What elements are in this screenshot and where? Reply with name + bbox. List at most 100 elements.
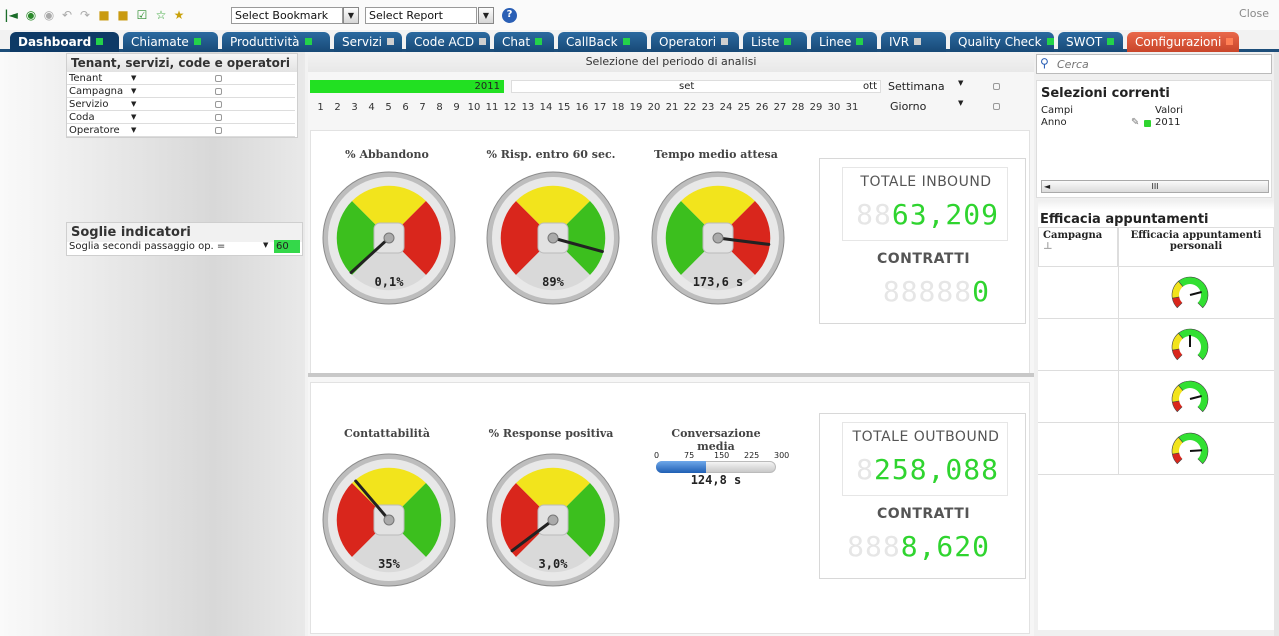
- tab-linee[interactable]: Linee: [811, 32, 877, 52]
- day-cell-7[interactable]: 7: [414, 101, 431, 114]
- day-cell-12[interactable]: 12: [501, 101, 519, 114]
- first-icon[interactable]: |◄: [4, 8, 18, 22]
- day-cell-27[interactable]: 27: [771, 101, 789, 114]
- day-cell-30[interactable]: 30: [825, 101, 843, 114]
- day-cell-6[interactable]: 6: [397, 101, 414, 114]
- tab-callback[interactable]: CallBack: [558, 32, 647, 52]
- report-select[interactable]: Select Report: [365, 7, 477, 24]
- day-dropdown-icon[interactable]: ▼: [958, 99, 963, 107]
- week-dropdown-icon[interactable]: ▼: [958, 79, 963, 87]
- day-cell-22[interactable]: 22: [681, 101, 699, 114]
- efficacia-row[interactable]: [1038, 371, 1274, 423]
- day-cell-28[interactable]: 28: [789, 101, 807, 114]
- filter-row-servizio[interactable]: Servizio ▼: [67, 98, 295, 111]
- scroll-thumb[interactable]: III: [1151, 182, 1158, 191]
- soglie-dropdown-icon[interactable]: ▼: [263, 241, 268, 249]
- day-cell-18[interactable]: 18: [609, 101, 627, 114]
- day-cell-20[interactable]: 20: [645, 101, 663, 114]
- bookmark-add-icon[interactable]: ★: [172, 8, 186, 22]
- day-cell-9[interactable]: 9: [448, 101, 465, 114]
- day-cell-14[interactable]: 14: [537, 101, 555, 114]
- filter-dropdown-icon[interactable]: ▼: [131, 98, 136, 111]
- forward-icon[interactable]: ◉: [42, 8, 56, 22]
- lock-icon[interactable]: ■: [97, 8, 111, 22]
- window-scrollbar[interactable]: [1274, 52, 1279, 636]
- tab-liste[interactable]: Liste: [743, 32, 807, 52]
- year-cell-2011[interactable]: 2011: [310, 80, 504, 93]
- day-cell-17[interactable]: 17: [591, 101, 609, 114]
- tab-dashboard[interactable]: Dashboard: [10, 32, 119, 52]
- filter-checkbox[interactable]: [215, 127, 222, 134]
- tab-swot[interactable]: SWOT: [1058, 32, 1123, 52]
- day-cell-4[interactable]: 4: [363, 101, 380, 114]
- day-checkbox[interactable]: [993, 103, 1000, 110]
- day-cell-29[interactable]: 29: [807, 101, 825, 114]
- day-cell-16[interactable]: 16: [573, 101, 591, 114]
- filter-checkbox[interactable]: [215, 75, 222, 82]
- filter-dropdown-icon[interactable]: ▼: [131, 124, 136, 137]
- day-cell-19[interactable]: 19: [627, 101, 645, 114]
- close-button[interactable]: Close: [1239, 7, 1269, 20]
- clear-selection-icon[interactable]: ✎: [1131, 117, 1139, 128]
- filter-row-campagna[interactable]: Campagna ▼: [67, 85, 295, 98]
- bookmark-dropdown-icon[interactable]: ▼: [343, 7, 359, 24]
- search-box[interactable]: ⚲: [1036, 54, 1272, 74]
- soglie-value-input[interactable]: 60: [274, 240, 300, 253]
- month-ott[interactable]: ott: [863, 81, 877, 92]
- search-input[interactable]: [1057, 56, 1257, 72]
- day-cell-5[interactable]: 5: [380, 101, 397, 114]
- tab-configurazioni[interactable]: Configurazioni: [1127, 32, 1239, 52]
- gauge-title: % Response positiva: [488, 427, 614, 440]
- efficacia-row[interactable]: [1038, 319, 1274, 371]
- efficacia-row[interactable]: [1038, 267, 1274, 319]
- filter-dropdown-icon[interactable]: ▼: [131, 111, 136, 124]
- day-cell-26[interactable]: 26: [753, 101, 771, 114]
- day-cell-13[interactable]: 13: [519, 101, 537, 114]
- day-cell-8[interactable]: 8: [431, 101, 448, 114]
- tab-code-acd[interactable]: Code ACD: [406, 32, 490, 52]
- day-cell-23[interactable]: 23: [699, 101, 717, 114]
- filter-dropdown-icon[interactable]: ▼: [131, 85, 136, 98]
- day-cell-15[interactable]: 15: [555, 101, 573, 114]
- bookmark-star-icon[interactable]: ☆: [154, 8, 168, 22]
- day-cell-25[interactable]: 25: [735, 101, 753, 114]
- redo-icon[interactable]: ↷: [78, 8, 92, 22]
- month-set[interactable]: set: [679, 81, 694, 92]
- day-cell-10[interactable]: 10: [465, 101, 483, 114]
- tab-ivr[interactable]: IVR: [881, 32, 946, 52]
- day-cell-31[interactable]: 31: [843, 101, 861, 114]
- filter-row-operatore[interactable]: Operatore ▼: [67, 124, 295, 137]
- day-cell-11[interactable]: 11: [483, 101, 501, 114]
- bookmark-select[interactable]: Select Bookmark: [231, 7, 343, 24]
- tab-servizi[interactable]: Servizi: [334, 32, 402, 52]
- day-cell-24[interactable]: 24: [717, 101, 735, 114]
- unlock-icon[interactable]: ■: [116, 8, 130, 22]
- col-campagna[interactable]: Campagna ⊥: [1038, 227, 1118, 267]
- col-efficacia[interactable]: Efficacia appuntamenti personali: [1118, 227, 1274, 267]
- tab-quality-check[interactable]: Quality Check: [950, 32, 1054, 52]
- filter-checkbox[interactable]: [215, 88, 222, 95]
- undo-icon[interactable]: ↶: [60, 8, 74, 22]
- tab-produttivit-[interactable]: Produttività: [222, 32, 330, 52]
- tab-chiamate[interactable]: Chiamate: [123, 32, 218, 52]
- report-dropdown-icon[interactable]: ▼: [478, 7, 494, 24]
- checklist-icon[interactable]: ☑: [135, 8, 149, 22]
- day-cell-21[interactable]: 21: [663, 101, 681, 114]
- filter-checkbox[interactable]: [215, 114, 222, 121]
- tab-chat[interactable]: Chat: [494, 32, 554, 52]
- day-cell-1[interactable]: 1: [312, 101, 329, 114]
- filter-row-tenant[interactable]: Tenant ▼: [67, 72, 295, 85]
- filter-row-coda[interactable]: Coda ▼: [67, 111, 295, 124]
- efficacia-row[interactable]: [1038, 423, 1274, 475]
- selections-scrollbar[interactable]: ◄ III: [1041, 180, 1269, 193]
- day-cell-2[interactable]: 2: [329, 101, 346, 114]
- help-icon[interactable]: ?: [502, 8, 517, 23]
- day-cell-3[interactable]: 3: [346, 101, 363, 114]
- back-icon[interactable]: ◉: [24, 8, 38, 22]
- scroll-left-icon[interactable]: ◄: [1044, 181, 1050, 192]
- inbound-contracts-value: 888880: [882, 275, 990, 308]
- filter-dropdown-icon[interactable]: ▼: [131, 72, 136, 85]
- week-checkbox[interactable]: [993, 83, 1000, 90]
- tab-operatori[interactable]: Operatori: [651, 32, 739, 52]
- filter-checkbox[interactable]: [215, 101, 222, 108]
